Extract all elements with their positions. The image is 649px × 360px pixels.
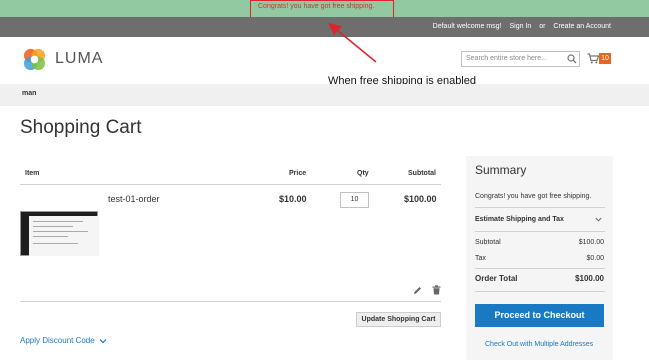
- order-total-label: Order Total: [475, 274, 518, 283]
- chevron-down-icon[interactable]: [99, 338, 107, 344]
- proceed-to-checkout-button[interactable]: Proceed to Checkout: [475, 304, 604, 327]
- nav-bar: [0, 84, 649, 106]
- estimate-shipping-toggle[interactable]: Estimate Shipping and Tax: [475, 216, 564, 223]
- create-account-link[interactable]: Create an Account: [553, 23, 611, 30]
- top-links: Default welcome msg! Sign In or Create a…: [427, 23, 611, 30]
- quantity-input[interactable]: 10: [340, 192, 369, 208]
- nav-item-man[interactable]: man: [22, 90, 36, 97]
- search-icon[interactable]: [567, 54, 577, 64]
- summary-tax-label: Tax: [475, 255, 486, 262]
- multiple-addresses-link[interactable]: Check Out with Multiple Addresses: [485, 341, 593, 348]
- thumbnail-detail: [33, 236, 68, 237]
- summary-promo-message: Congrats! you have got free shipping.: [475, 193, 592, 200]
- summary-tax-value: $0.00: [586, 255, 604, 262]
- product-subtotal: $100.00: [404, 194, 437, 204]
- thumbnail-detail: [33, 221, 83, 222]
- column-header-subtotal: Subtotal: [408, 170, 436, 177]
- summary-title: Summary: [475, 163, 527, 177]
- thumbnail-detail: [33, 226, 73, 227]
- summary-divider: [475, 268, 605, 269]
- column-header-qty: Qty: [357, 170, 369, 177]
- column-header-price: Price: [289, 170, 307, 177]
- table-footer-divider: [20, 301, 441, 302]
- chevron-down-icon[interactable]: [595, 217, 602, 222]
- order-total-value: $100.00: [575, 274, 604, 283]
- table-header-divider: [20, 184, 441, 185]
- summary-subtotal-value: $100.00: [578, 239, 604, 246]
- luma-logo-icon[interactable]: [22, 47, 47, 72]
- summary-divider: [475, 291, 605, 292]
- thumbnail-detail: [33, 243, 78, 244]
- product-thumbnail[interactable]: [20, 211, 99, 256]
- column-header-item: Item: [25, 170, 40, 177]
- summary-subtotal-label: Subtotal: [475, 239, 501, 246]
- trash-icon[interactable]: [432, 285, 441, 295]
- pencil-icon[interactable]: [413, 286, 422, 295]
- page-title: Shopping Cart: [20, 117, 142, 138]
- or-text: or: [539, 23, 546, 30]
- summary-divider: [475, 231, 605, 232]
- cart-count-badge[interactable]: 10: [599, 53, 611, 64]
- thumbnail-detail: [33, 231, 88, 232]
- cart-icon[interactable]: [587, 53, 599, 64]
- thumbnail-screen: [29, 216, 99, 256]
- product-price: $10.00: [279, 194, 307, 204]
- product-name-link[interactable]: test-01-order: [108, 194, 160, 204]
- search-input[interactable]: Search entire store here...: [461, 51, 580, 67]
- logo-text[interactable]: LUMA: [55, 50, 103, 68]
- welcome-message: Default welcome msg!: [432, 23, 502, 30]
- sign-in-link[interactable]: Sign In: [509, 23, 531, 30]
- apply-discount-link[interactable]: Apply Discount Code: [20, 336, 95, 345]
- summary-divider: [475, 207, 605, 208]
- update-cart-button[interactable]: Update Shopping Cart: [356, 312, 441, 327]
